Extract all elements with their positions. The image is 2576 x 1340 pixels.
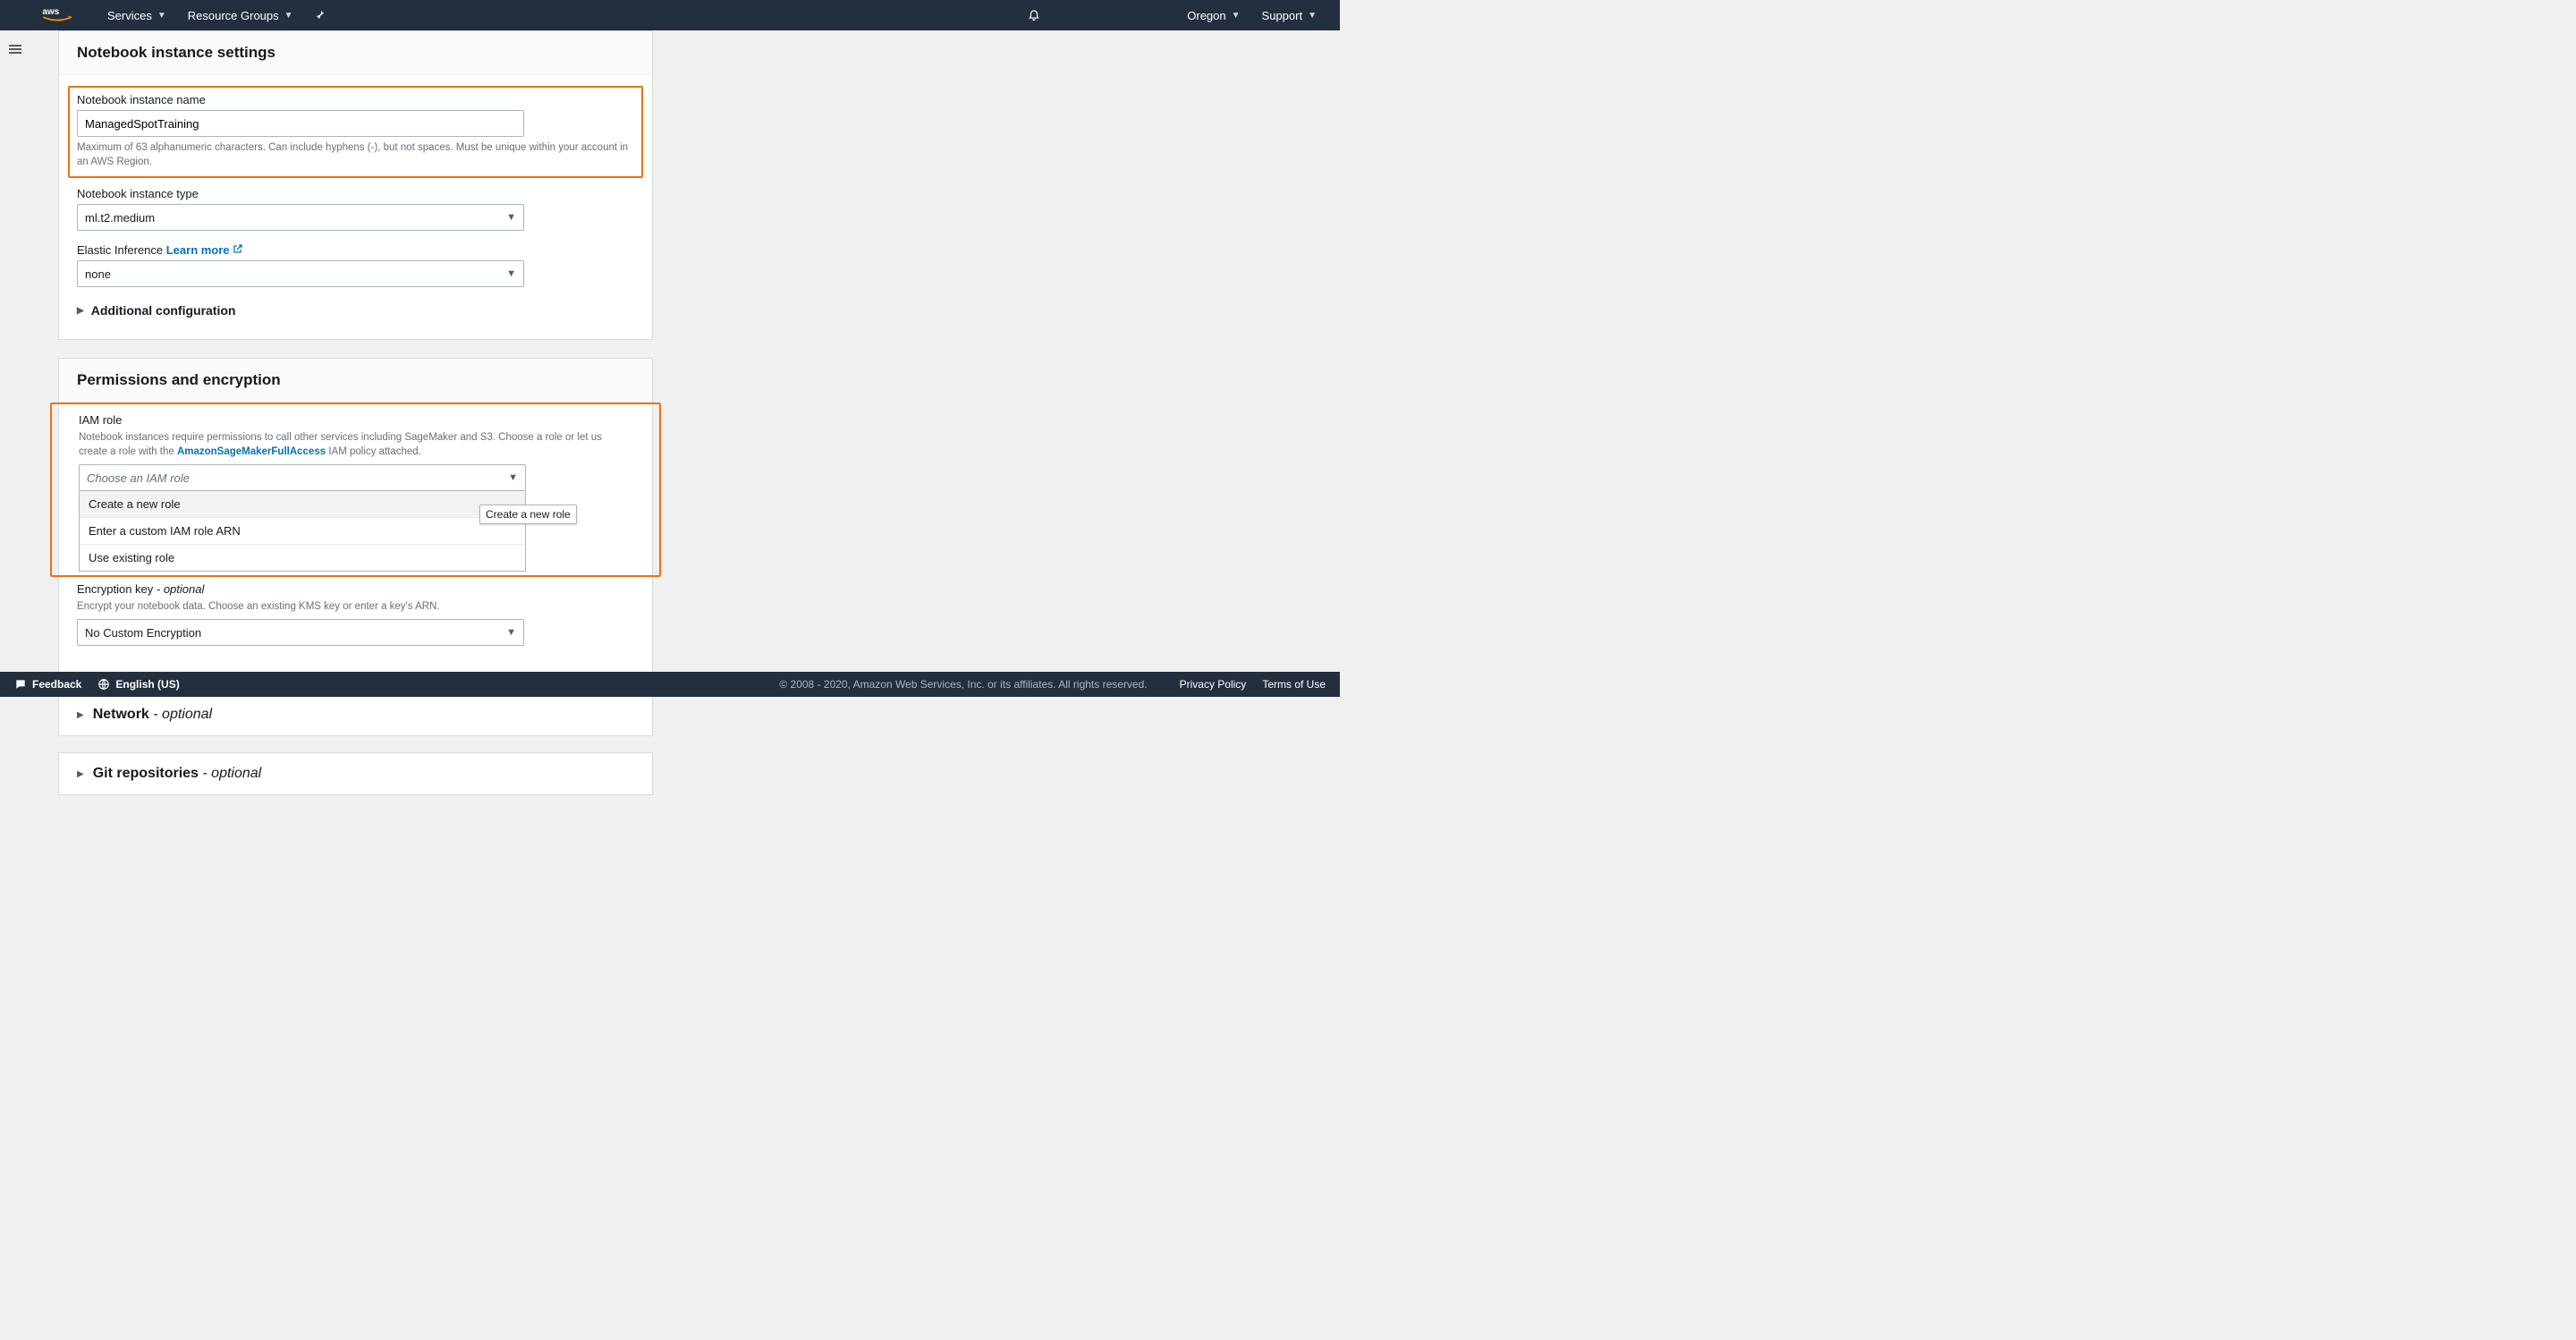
git-title: Git repositories - optional [93,766,262,782]
caret-down-icon: ▼ [284,11,293,21]
notebook-settings-panel: Notebook instance settings Notebook inst… [58,30,653,340]
learn-more-link[interactable]: Learn more [166,243,243,257]
highlighted-iam-section: IAM role Notebook instances require perm… [50,403,661,577]
iam-option-create-new[interactable]: Create a new role [80,491,525,518]
encryption-label: Encryption key - optional [77,582,634,596]
support-label: Support [1262,9,1303,22]
footer: Feedback English (US) © 2008 - 2020, Ama… [0,672,1340,697]
elastic-inference-label: Elastic Inference Learn more [77,243,634,257]
region-menu[interactable]: Oregon ▼ [1176,0,1250,30]
iam-option-custom-arn[interactable]: Enter a custom IAM role ARN [80,518,525,545]
caret-down-icon: ▼ [508,472,518,483]
git-repos-section-expander[interactable]: ▶ Git repositories - optional [58,752,653,795]
support-menu[interactable]: Support ▼ [1251,0,1327,30]
encryption-select[interactable]: No Custom Encryption ▼ [77,619,524,646]
globe-icon [97,678,110,691]
encryption-value: No Custom Encryption [85,626,201,640]
panel-title: Permissions and encryption [59,359,652,403]
triangle-right-icon: ▶ [77,306,84,316]
iam-role-select[interactable]: Choose an IAM role ▼ [79,464,526,491]
additional-config-expander[interactable]: ▶ Additional configuration [77,300,634,321]
elastic-inference-value: none [85,267,111,281]
instance-type-value: ml.t2.medium [85,211,155,225]
name-label: Notebook instance name [77,93,634,106]
iam-label: IAM role [79,413,632,427]
caret-down-icon: ▼ [506,212,516,223]
resource-groups-menu[interactable]: Resource Groups ▼ [177,0,304,30]
caret-down-icon: ▼ [1308,11,1317,21]
name-hint: Maximum of 63 alphanumeric characters. C… [77,140,634,169]
feedback-link[interactable]: Feedback [14,678,81,691]
notebook-name-input[interactable] [77,110,524,137]
triangle-right-icon: ▶ [77,710,84,720]
iam-hint: Notebook instances require permissions t… [79,430,624,459]
panel-title: Notebook instance settings [59,31,652,75]
pin-icon[interactable] [304,9,336,22]
iam-option-existing[interactable]: Use existing role [80,545,525,571]
elastic-inference-select[interactable]: none ▼ [77,260,524,287]
sidebar-toggle-icon[interactable] [9,43,21,55]
iam-role-placeholder: Choose an IAM role [87,471,190,485]
encryption-hint: Encrypt your notebook data. Choose an ex… [77,599,634,614]
caret-down-icon: ▼ [506,627,516,638]
iam-role-dropdown: Create a new role Enter a custom IAM rol… [79,491,526,572]
triangle-right-icon: ▶ [77,769,84,779]
caret-down-icon: ▼ [157,11,166,21]
instance-type-select[interactable]: ml.t2.medium ▼ [77,204,524,231]
svg-text:aws: aws [42,7,59,17]
permissions-panel: Permissions and encryption IAM role Note… [58,358,653,675]
terms-link[interactable]: Terms of Use [1262,678,1326,691]
copyright-text: © 2008 - 2020, Amazon Web Services, Inc.… [779,678,1147,691]
aws-logo[interactable]: aws [41,6,73,24]
external-link-icon [233,243,243,257]
language-selector[interactable]: English (US) [97,678,179,691]
highlighted-name-section: Notebook instance name Maximum of 63 alp… [68,86,643,178]
notifications-icon[interactable] [1017,8,1051,23]
privacy-link[interactable]: Privacy Policy [1180,678,1247,691]
caret-down-icon: ▼ [506,268,516,279]
iam-policy-link[interactable]: AmazonSageMakerFullAccess [177,446,326,457]
top-nav: aws Services ▼ Resource Groups ▼ Oregon … [0,0,1340,30]
network-section-expander[interactable]: ▶ Network - optional [58,693,653,736]
chat-icon [14,678,27,691]
caret-down-icon: ▼ [1232,11,1241,21]
tooltip: Create a new role [479,505,577,524]
services-label: Services [107,9,152,22]
additional-config-label: Additional configuration [91,303,236,318]
services-menu[interactable]: Services ▼ [97,0,177,30]
type-label: Notebook instance type [77,187,634,200]
region-label: Oregon [1187,9,1225,22]
resource-groups-label: Resource Groups [188,9,279,22]
network-title: Network - optional [93,707,212,723]
